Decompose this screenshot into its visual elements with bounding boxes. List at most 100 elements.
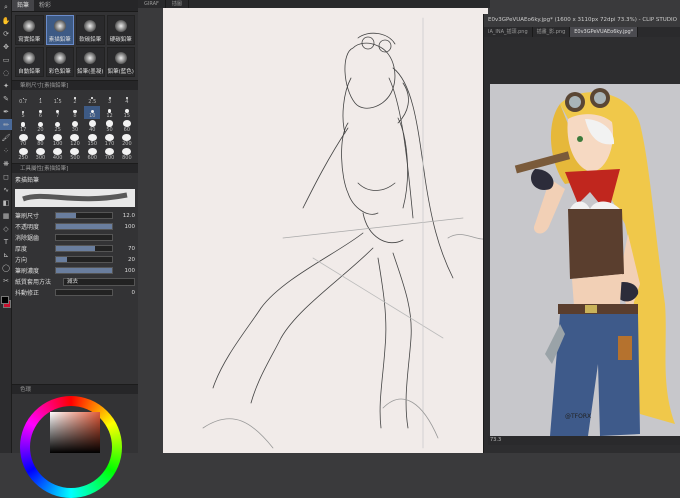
brush-size-preset[interactable]: 250: [15, 148, 31, 161]
brush-size-preset[interactable]: 80: [32, 134, 48, 147]
brush-size-preset[interactable]: 2: [67, 92, 83, 105]
subtool-brush[interactable]: 軟碳鉛筆: [76, 15, 105, 45]
brush-size-preset[interactable]: 170: [101, 134, 117, 147]
eraser-icon[interactable]: ◻: [0, 171, 12, 182]
brush-size-title: 筆刷尺寸[素描鉛筆]: [12, 80, 138, 90]
pencil-icon[interactable]: ✏: [0, 119, 12, 130]
brush-size-preset[interactable]: 70: [15, 134, 31, 147]
drawing-canvas[interactable]: [163, 8, 489, 453]
brush-size-preset[interactable]: 7: [50, 106, 66, 119]
decoration-icon[interactable]: ❋: [0, 158, 12, 169]
brush-size-preset[interactable]: 800: [119, 148, 135, 161]
brush-size-preset[interactable]: 0.7: [15, 92, 31, 105]
subtool-brush[interactable]: 寫實鉛筆: [15, 15, 44, 45]
brush-size-label: 250: [18, 155, 28, 161]
brush-size-preset[interactable]: 8: [67, 106, 83, 119]
brush-size-preset[interactable]: 700: [101, 148, 117, 161]
brush-size-label: 4: [125, 99, 129, 105]
gradient-icon[interactable]: ▦: [0, 210, 12, 221]
tab-document-2[interactable]: 插圖: [166, 0, 189, 8]
brush-label: 彩色鉛筆: [48, 69, 71, 75]
brush-tip-preview: [84, 52, 97, 64]
lasso-icon[interactable]: ◌: [0, 67, 12, 78]
brush-size-preset[interactable]: 200: [119, 134, 135, 147]
zoom-value[interactable]: 73.3: [490, 437, 501, 443]
property-slider[interactable]: [55, 267, 113, 274]
paper-texture-select[interactable]: 減去: [63, 277, 135, 286]
pen-icon[interactable]: ✒: [0, 106, 12, 117]
reference-tab-2[interactable]: 插畫_影.png: [533, 27, 571, 37]
brush-size-preset[interactable]: 40: [84, 120, 100, 133]
brush-size-preset[interactable]: 12: [101, 106, 117, 119]
hand-icon[interactable]: ✋: [0, 15, 12, 26]
balloon-icon[interactable]: ◯: [0, 262, 12, 273]
figure-icon[interactable]: ◇: [0, 223, 12, 234]
subtool-brush[interactable]: 自動鉛筆: [15, 47, 44, 77]
brush-size-label: 2: [73, 99, 77, 105]
blend-icon[interactable]: ∿: [0, 184, 12, 195]
ruler-icon[interactable]: ⊾: [0, 249, 12, 260]
airbrush-icon[interactable]: ⁘: [0, 145, 12, 156]
foreground-color-swatch[interactable]: [1, 296, 9, 304]
subtool-brush[interactable]: 素描鉛筆: [45, 15, 74, 45]
tab-pastel[interactable]: 粉彩: [34, 0, 56, 11]
property-slider[interactable]: [55, 245, 113, 252]
brush-size-preset[interactable]: 300: [32, 148, 48, 161]
brush-size-preset[interactable]: 5: [15, 106, 31, 119]
subtool-brush[interactable]: 鉛筆(墨凝): [76, 47, 105, 77]
property-slider[interactable]: [55, 234, 113, 241]
select-icon[interactable]: ▭: [0, 54, 12, 65]
stabilization-slider[interactable]: [55, 289, 113, 296]
rotate-icon[interactable]: ⟳: [0, 28, 12, 39]
subtool-brush[interactable]: 彩色鉛筆: [45, 47, 74, 77]
brush-size-preset[interactable]: 150: [84, 134, 100, 147]
search-icon[interactable]: ⌕: [0, 2, 12, 13]
brush-label: 寫實鉛筆: [18, 37, 41, 43]
property-slider[interactable]: [55, 256, 113, 263]
brush-size-label: 70: [19, 141, 27, 147]
property-row: 方向 20: [12, 254, 138, 265]
brush-size-preset[interactable]: 15: [119, 106, 135, 119]
correction-icon[interactable]: ✂: [0, 275, 12, 286]
brush-size-preset[interactable]: 120: [67, 134, 83, 147]
brush-size-preset[interactable]: 400: [50, 148, 66, 161]
text-icon[interactable]: T: [0, 236, 12, 247]
brush-size-preset[interactable]: 4: [119, 92, 135, 105]
brush-size-preset[interactable]: 17: [15, 120, 31, 133]
tab-document-1[interactable]: GIRAF: [138, 0, 166, 8]
brush-icon[interactable]: 🖌: [0, 132, 12, 143]
subtool-brush[interactable]: 硬碳鉛筆: [106, 15, 135, 45]
brush-size-preset[interactable]: 500: [67, 148, 83, 161]
property-label: 不透明度: [15, 224, 40, 231]
brush-size-preset[interactable]: 25: [50, 120, 66, 133]
brush-size-preset[interactable]: 6: [32, 106, 48, 119]
subtool-grid: 寫實鉛筆 素描鉛筆 軟碳鉛筆 硬碳鉛筆自動鉛筆 彩色鉛筆 鉛筆(墨凝) 鉛筆(藍色): [12, 12, 138, 80]
reference-tab-1[interactable]: IA_INA_插頭.png: [484, 27, 533, 37]
brush-size-preset[interactable]: 50: [101, 120, 117, 133]
brush-size-preset[interactable]: 600: [84, 148, 100, 161]
brush-size-preset[interactable]: 1: [32, 92, 48, 105]
property-slider[interactable]: [55, 212, 113, 219]
brush-size-preset[interactable]: 100: [50, 134, 66, 147]
wand-icon[interactable]: ✦: [0, 80, 12, 91]
saturation-value-square[interactable]: [50, 412, 100, 453]
tab-pencil[interactable]: 鉛筆: [12, 0, 35, 11]
tool-property-name: 素描鉛筆: [15, 177, 40, 184]
brush-size-preset[interactable]: 3: [101, 92, 117, 105]
brush-size-label: 300: [35, 155, 46, 161]
property-slider[interactable]: [55, 223, 113, 230]
eyedropper-icon[interactable]: ✎: [0, 93, 12, 104]
brush-size-preset[interactable]: 1.5: [50, 92, 66, 105]
subtool-brush[interactable]: 鉛筆(藍色): [106, 47, 135, 77]
move-icon[interactable]: ✥: [0, 41, 12, 52]
brush-size-label: 7: [56, 113, 60, 119]
brush-size-preset[interactable]: 20: [32, 120, 48, 133]
brush-size-label: 3: [107, 99, 112, 105]
brush-size-preset[interactable]: 10: [84, 106, 101, 119]
reference-tab-3[interactable]: E0v3GPeVUAEo6ky.jpg*: [570, 27, 639, 37]
brush-size-preset[interactable]: 30: [67, 120, 83, 133]
brush-size-dot: [105, 120, 114, 127]
brush-size-preset[interactable]: 60: [119, 120, 135, 133]
fill-icon[interactable]: ◧: [0, 197, 12, 208]
brush-size-preset[interactable]: 2.5: [84, 92, 100, 105]
